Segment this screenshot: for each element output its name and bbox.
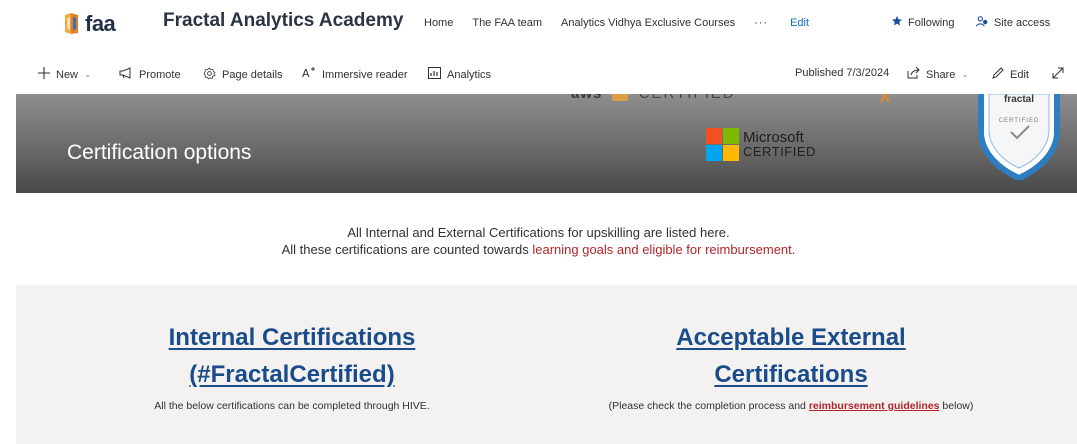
nav-home[interactable]: Home xyxy=(424,17,453,29)
analytics-label: Analytics xyxy=(447,68,492,81)
faa-logo-icon xyxy=(62,12,82,36)
top-navigation: Home The FAA team Analytics Vidhya Exclu… xyxy=(424,17,809,29)
expand-icon xyxy=(1052,67,1070,82)
badge-certified-text: CERTIFIED xyxy=(999,118,1040,124)
certification-section: Internal Certifications (#FractalCertifi… xyxy=(16,285,1077,444)
published-label: Published 7/3/2024 xyxy=(795,67,890,79)
external-certifications-link[interactable]: Acceptable External Certifications xyxy=(556,319,1026,393)
people-icon xyxy=(976,15,994,31)
site-title[interactable]: Fractal Analytics Academy xyxy=(163,10,403,32)
partner-logo-icon xyxy=(880,94,890,102)
intro-text: All Internal and External Certifications… xyxy=(0,224,1077,258)
star-icon xyxy=(891,15,908,30)
share-label: Share xyxy=(926,68,956,81)
microsoft-logo-icon xyxy=(706,128,739,161)
external-subtext: (Please check the completion process and… xyxy=(556,400,1026,412)
external-subtext-prefix: (Please check the completion process and xyxy=(608,400,809,412)
microsoft-label: Microsoft xyxy=(743,128,804,146)
nav-more-button[interactable]: ··· xyxy=(754,17,768,29)
external-certifications-column: Acceptable External Certifications (Plea… xyxy=(556,285,1026,412)
external-heading-line-2: Certifications xyxy=(714,361,868,388)
internal-certifications-link[interactable]: Internal Certifications (#FractalCertifi… xyxy=(92,319,492,393)
nav-edit-link[interactable]: Edit xyxy=(790,17,809,29)
nav-faa-team[interactable]: The FAA team xyxy=(472,17,542,29)
site-header: faa Fractal Analytics Academy Home The F… xyxy=(0,0,1077,50)
page-details-label: Page details xyxy=(222,69,283,81)
reimbursement-guidelines-link[interactable]: reimbursement guidelines xyxy=(809,400,940,412)
edit-label: Edit xyxy=(1010,69,1029,81)
following-button[interactable]: Following xyxy=(891,15,954,30)
megaphone-icon xyxy=(119,67,139,82)
site-access-button[interactable]: Site access xyxy=(976,15,1050,31)
intro-line-1: All Internal and External Certifications… xyxy=(347,225,730,240)
logo-text: faa xyxy=(85,11,116,36)
certified-label: CERTIFIED xyxy=(743,143,816,159)
immersive-reader-icon: A xyxy=(302,67,322,82)
aws-badge-icon xyxy=(611,94,628,102)
share-button[interactable]: Share ⌄ xyxy=(907,66,969,82)
intro-line-2-prefix: All these certifications are counted tow… xyxy=(281,242,533,257)
immersive-reader-label: Immersive reader xyxy=(322,68,408,81)
aws-certified-text: CERTIFIED xyxy=(639,94,736,102)
published-status: Published 7/3/2024 xyxy=(795,67,889,79)
edit-button[interactable]: Edit xyxy=(991,67,1029,83)
gear-icon xyxy=(203,67,222,83)
page-details-button[interactable]: Page details xyxy=(203,67,283,83)
nav-analytics-vidhya-courses[interactable]: Analytics Vidhya Exclusive Courses xyxy=(561,17,735,29)
hero-banner: aws CERTIFIED Certification options Micr… xyxy=(16,94,1077,193)
immersive-reader-button[interactable]: A Immersive reader xyxy=(302,67,408,82)
expand-button[interactable] xyxy=(1052,67,1070,82)
site-logo[interactable]: faa xyxy=(62,9,116,39)
internal-subtext: All the below certifications can be comp… xyxy=(154,400,430,412)
microsoft-certified-logo: Microsoft CERTIFIED xyxy=(706,128,816,161)
internal-certifications-column: Internal Certifications (#FractalCertifi… xyxy=(92,285,492,412)
fractal-certified-badge-icon: fractal CERTIFIED xyxy=(978,94,1060,180)
analytics-button[interactable]: Analytics xyxy=(428,67,491,82)
plus-icon xyxy=(38,67,56,82)
command-bar: New ⌄ Promote Page details A Immersive r… xyxy=(0,50,1077,94)
following-label: Following xyxy=(908,16,955,29)
badge-brand-text: fractal xyxy=(1004,94,1034,105)
new-button[interactable]: New ⌄ xyxy=(38,67,92,82)
intro-line-2: All these certifications are counted tow… xyxy=(0,241,1077,258)
internal-heading-line-2: (#FractalCertified) xyxy=(189,361,395,388)
intro-line-2-accent: learning goals and eligible for reimburs… xyxy=(532,242,796,257)
aws-certified-logo: aws CERTIFIED xyxy=(571,94,736,102)
internal-heading-line-1: Internal Certifications xyxy=(168,324,416,351)
external-subtext-suffix: below) xyxy=(939,400,974,412)
chevron-down-icon: ⌄ xyxy=(961,69,969,79)
pencil-icon xyxy=(991,67,1010,83)
site-access-label: Site access xyxy=(994,17,1051,29)
external-heading-line-1: Acceptable External xyxy=(676,324,906,351)
svg-text:A: A xyxy=(302,67,310,79)
share-icon xyxy=(907,66,926,82)
analytics-icon xyxy=(428,67,447,82)
banner-title: Certification options xyxy=(67,141,252,164)
new-label: New xyxy=(56,68,79,81)
aws-logo-text: aws xyxy=(571,94,602,102)
promote-button[interactable]: Promote xyxy=(119,67,181,82)
promote-label: Promote xyxy=(139,68,181,81)
chevron-down-icon: ⌄ xyxy=(84,69,92,79)
